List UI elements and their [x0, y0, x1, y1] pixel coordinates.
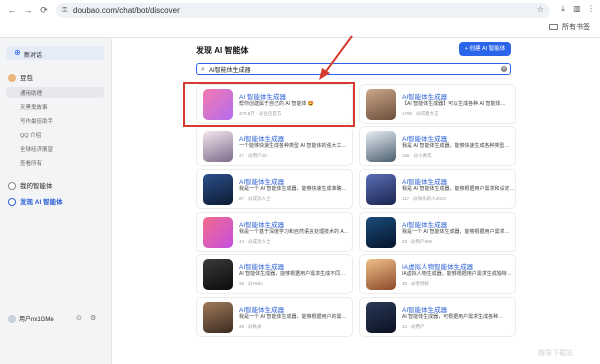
sidebar-item-discover[interactable]: 发现 AI 智能体 — [8, 196, 63, 206]
sidebar-item-label: 我的智能体 — [20, 183, 53, 190]
agent-meta: 43 · @成功人士 — [239, 239, 271, 244]
download-icon[interactable]: ⤓ — [558, 4, 568, 14]
agent-description: 我是 AI 智能体生成器，能够根据用户需求和设定… — [402, 186, 514, 192]
new-chat-label: 新对话 — [24, 53, 43, 59]
agent-card[interactable]: AI智能体生成器 我是一个 AI 智能体生成器，能够根据用户的需… 28 · @秋米 — [196, 297, 353, 337]
user-profile[interactable]: 用户nx1GMe — [8, 314, 54, 323]
address-bar[interactable]: ⚿ doubao.com/chat/bot/discover ☆ — [56, 3, 550, 18]
search-input[interactable] — [209, 65, 489, 74]
agent-meta: 87 · @成功人士 — [239, 196, 271, 201]
agent-meta: 33 · @用户9s9 — [402, 239, 432, 244]
agent-avatar — [366, 131, 396, 162]
all-bookmarks[interactable]: 所有书签 — [549, 22, 590, 32]
search-box[interactable]: ⌕ × — [196, 63, 511, 75]
sidepanel-icon[interactable]: ▥ — [572, 4, 582, 14]
agent-description: 我是 AI 智能体生成器，能够快速生成各种类型… — [402, 143, 510, 149]
agent-meta: 165 · @小青年 — [402, 153, 432, 158]
watermark: 趣导下载站 — [538, 350, 573, 357]
agent-avatar — [203, 259, 233, 290]
create-agent-button[interactable]: + 创建 AI 智能体 — [459, 42, 511, 56]
agent-avatar — [366, 89, 396, 120]
download-app-icon[interactable]: ⊙ — [76, 314, 82, 322]
agent-avatar — [203, 302, 233, 333]
agent-card[interactable]: AI智能体生成器 我是 AI 智能体生成器，能够快速生成各种类型… 165 · @小… — [359, 126, 516, 166]
menu-icon[interactable]: ⋮ — [586, 4, 596, 14]
sidebar-sub-item[interactable]: QQ 介绍 — [20, 131, 41, 139]
agent-meta: 35 · @老师好 — [402, 281, 430, 286]
site-info-icon[interactable]: ⚿ — [62, 6, 71, 15]
sidebar-sub-item[interactable]: 写作最佳助手 — [20, 117, 53, 125]
discover-icon — [8, 198, 16, 206]
browser-toolbar: ← → ⟳ ⚿ doubao.com/chat/bot/discover ☆ ⤓… — [0, 0, 600, 38]
agent-description: 我是一个 AI 智能体生成器，能够快速生成准确… — [239, 186, 347, 192]
agent-meta: 1780 · @得意大王 — [402, 111, 439, 116]
avatar — [8, 315, 16, 323]
sidebar-sub-item[interactable]: 天黑鬼故事 — [20, 103, 48, 111]
agent-icon — [8, 182, 16, 190]
new-chat-button[interactable]: ⊕ 新对话 — [6, 46, 104, 60]
agent-card[interactable]: AI智能体生成器 一个能够快速生成各种类型 AI 智能体的强大工… 27 · @用户… — [196, 126, 353, 166]
agent-avatar — [203, 217, 233, 248]
agent-meta: 35 · @Hello — [239, 281, 263, 286]
agent-meta: 12 · @用户 — [402, 324, 425, 329]
agent-avatar — [366, 302, 396, 333]
agent-description: 【AI 智能体生成器】可以生成各种 AI 智能体… — [402, 101, 506, 107]
back-icon[interactable]: ← — [6, 4, 18, 16]
agent-meta: 117 · @快乐的人2023 — [402, 196, 446, 201]
folder-icon — [549, 24, 558, 30]
agent-avatar — [366, 259, 396, 290]
agent-avatar — [203, 174, 233, 205]
agent-description: 一个能够快速生成各种类型 AI 智能体的强大工… — [239, 143, 347, 149]
agent-card[interactable]: AI智能体生成器 我是一个基于深度学习和自然语言处理技术的 A… 43 · @成功人… — [196, 212, 353, 252]
sidebar-sub-item[interactable]: 通用助理 — [20, 89, 42, 97]
agent-description: 我是一个基于深度学习和自然语言处理技术的 A… — [239, 229, 349, 235]
sidebar-sub-item[interactable]: 全球经济展望 — [20, 145, 53, 153]
agent-meta: 27 · @用户20 — [239, 153, 267, 158]
user-name: 用户nx1GMe — [19, 317, 54, 323]
agent-card[interactable]: AI智能体生成器 我是 AI 智能体生成器，能够根据用户需求和设定… 117 · @… — [359, 169, 516, 209]
reload-icon[interactable]: ⟳ — [38, 4, 50, 16]
agent-avatar — [366, 217, 396, 248]
doubao-avatar-icon — [8, 74, 16, 82]
settings-gear-icon[interactable]: ⚙ — [90, 314, 96, 322]
agent-card[interactable]: IA虚拟人物智能体生成器 IA虚拟人物生成器，能够根据用户需求生成独特… 35 · … — [359, 254, 516, 294]
agent-description: IA虚拟人物生成器，能够根据用户需求生成独特… — [402, 271, 512, 277]
plus-icon: ⊕ — [14, 48, 21, 57]
clear-icon[interactable]: × — [501, 66, 507, 72]
forward-icon[interactable]: → — [22, 4, 34, 16]
all-bookmarks-label: 所有书签 — [562, 24, 590, 31]
agent-card[interactable]: AI智能体生成器 【AI 智能体生成器】可以生成各种 AI 智能体… 1780 · … — [359, 84, 516, 124]
agent-description: AI 智能体生成器，可根据用户需求生成各种… — [402, 314, 504, 320]
agent-card[interactable]: AI智能体生成器 AI 智能体生成器，可根据用户需求生成各种… 12 · @用户 — [359, 297, 516, 337]
url-text: doubao.com/chat/bot/discover — [73, 6, 180, 15]
agent-description: 我是一个 AI 智能体生成器，能够根据用户的需… — [239, 314, 347, 320]
agent-card[interactable]: AI智能体生成器 AI 智能体生成器，能够根据用户需求生成不同… 35 · @Hel… — [196, 254, 353, 294]
sidebar-item-label: 发现 AI 智能体 — [20, 199, 63, 206]
sidebar-item-label: 豆包 — [20, 75, 33, 82]
agent-avatar — [366, 174, 396, 205]
agent-description: AI 智能体生成器，能够根据用户需求生成不同… — [239, 271, 346, 277]
agent-card[interactable]: AI智能体生成器 我是一个 AI 智能体生成器，能够快速生成准确… 87 · @成功… — [196, 169, 353, 209]
sidebar-item-doubao[interactable]: 豆包 — [8, 72, 33, 82]
bookmark-star-icon[interactable]: ☆ — [537, 5, 544, 14]
page-title: 发现 AI 智能体 — [196, 46, 249, 55]
agent-description: 我是一个 AI 智能体生成器，能够根据用户需求… — [402, 229, 510, 235]
sidebar-sub-item[interactable]: 查看所有 — [20, 159, 42, 167]
agent-avatar — [203, 131, 233, 162]
sidebar-item-my-agents[interactable]: 我的智能体 — [8, 180, 53, 190]
agent-card[interactable]: AI智能体生成器 我是一个 AI 智能体生成器，能够根据用户需求… 33 · @用户… — [359, 212, 516, 252]
agent-meta: 28 · @秋米 — [239, 324, 262, 329]
search-icon: ⌕ — [201, 66, 205, 73]
highlight-box — [183, 82, 355, 127]
